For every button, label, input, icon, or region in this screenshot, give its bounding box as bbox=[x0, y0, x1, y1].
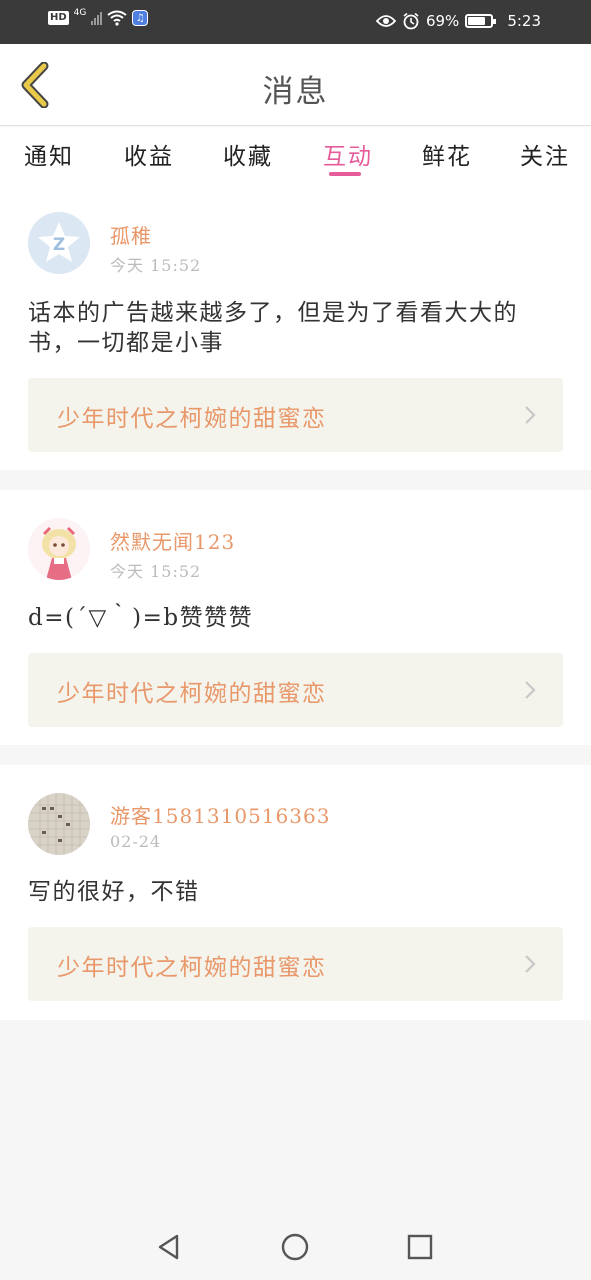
book-link[interactable]: 少年时代之柯婉的甜蜜恋 bbox=[28, 927, 563, 1001]
book-link[interactable]: 少年时代之柯婉的甜蜜恋 bbox=[28, 378, 563, 452]
tab-flowers[interactable]: 鲜花 bbox=[422, 137, 472, 171]
book-title: 少年时代之柯婉的甜蜜恋 bbox=[57, 681, 327, 707]
system-nav-bar bbox=[0, 1212, 591, 1280]
active-tab-indicator bbox=[329, 172, 361, 176]
battery-icon bbox=[465, 14, 497, 28]
tab-bar: 通知 收益 收藏 互动 鲜花 关注 bbox=[0, 127, 591, 190]
chevron-right-icon bbox=[525, 955, 536, 973]
eye-icon bbox=[375, 15, 396, 27]
message-card: 然默无闻123 今天 15:52 d=(´▽｀)=b赞赞赞 少年时代之柯婉的甜蜜… bbox=[0, 490, 591, 745]
chevron-right-icon bbox=[525, 406, 536, 424]
svg-text:Z: Z bbox=[53, 235, 65, 255]
tab-interactions[interactable]: 互动 bbox=[323, 137, 373, 171]
clock-time: 5:23 bbox=[507, 12, 541, 30]
tab-notifications[interactable]: 通知 bbox=[24, 137, 74, 171]
anime-girl-avatar[interactable] bbox=[28, 518, 90, 580]
signal-icon bbox=[91, 11, 103, 25]
status-left: HD 4G ♫ bbox=[48, 8, 149, 26]
message-text: d=(´▽｀)=b赞赞赞 bbox=[28, 605, 254, 631]
header: 消息 bbox=[0, 44, 591, 126]
page-title: 消息 bbox=[262, 74, 329, 110]
battery-percent: 69% bbox=[425, 12, 460, 30]
status-bar: HD 4G ♫ 69% 5:23 bbox=[0, 0, 591, 44]
hd-badge: HD bbox=[48, 11, 69, 25]
message-text: 写的很好，不错 bbox=[28, 879, 200, 905]
book-title: 少年时代之柯婉的甜蜜恋 bbox=[57, 406, 327, 432]
timestamp: 02-24 bbox=[110, 832, 162, 851]
notebook-photo-avatar[interactable] bbox=[28, 793, 90, 855]
back-triangle-icon[interactable] bbox=[154, 1232, 184, 1262]
username[interactable]: 孤稚 bbox=[110, 220, 152, 249]
home-circle-icon[interactable] bbox=[280, 1232, 310, 1262]
message-card: 游客1581310516363 02-24 写的很好，不错 少年时代之柯婉的甜蜜… bbox=[0, 765, 591, 1020]
wifi-icon bbox=[107, 10, 127, 26]
tab-favorites[interactable]: 收藏 bbox=[223, 137, 273, 171]
tab-earnings[interactable]: 收益 bbox=[124, 137, 174, 171]
username[interactable]: 游客1581310516363 bbox=[110, 800, 330, 829]
music-app-icon: ♫ bbox=[132, 10, 149, 26]
timestamp: 今天 15:52 bbox=[110, 562, 202, 581]
default-avatar-icon[interactable]: Z bbox=[28, 212, 90, 274]
book-link[interactable]: 少年时代之柯婉的甜蜜恋 bbox=[28, 653, 563, 727]
chevron-right-icon bbox=[525, 681, 536, 699]
recents-square-icon[interactable] bbox=[405, 1232, 435, 1262]
timestamp: 今天 15:52 bbox=[110, 256, 202, 275]
username[interactable]: 然默无闻123 bbox=[110, 526, 235, 555]
alarm-icon bbox=[403, 12, 419, 30]
status-right: 69% 5:23 bbox=[375, 12, 541, 30]
book-title: 少年时代之柯婉的甜蜜恋 bbox=[57, 955, 327, 981]
message-text: 话本的广告越来越多了，但是为了看看大大的书，一切都是小事 bbox=[28, 300, 518, 356]
network-type: 4G bbox=[73, 8, 87, 18]
message-card: Z 孤稚 今天 15:52 话本的广告越来越多了，但是为了看看大大的书，一切都是… bbox=[0, 190, 591, 470]
tab-following[interactable]: 关注 bbox=[520, 137, 570, 171]
